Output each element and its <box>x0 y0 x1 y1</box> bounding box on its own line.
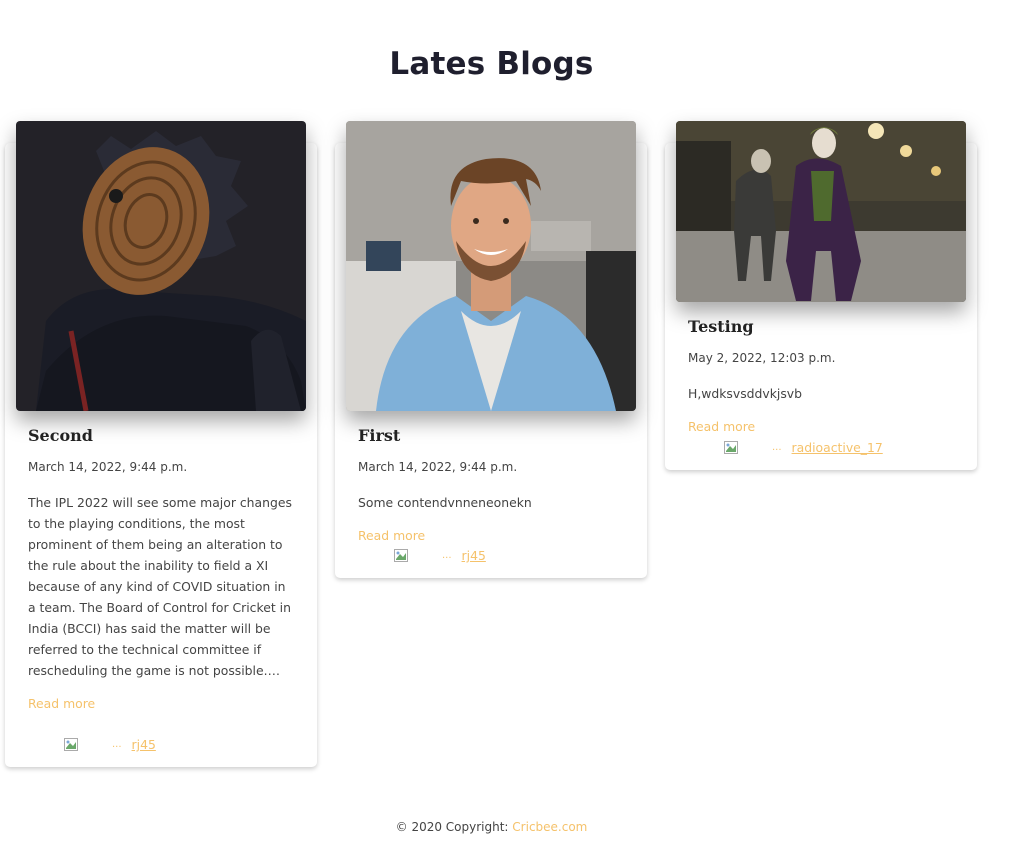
blog-card-image[interactable] <box>676 121 966 302</box>
author-ellipsis: ... <box>772 442 782 453</box>
author-info: ... rj45 <box>394 548 486 563</box>
author-info: ... radioactive_17 <box>724 440 883 455</box>
blog-card-excerpt: H,wdksvsddvkjsvb <box>688 386 803 401</box>
blog-card-date: March 14, 2022, 9:44 p.m. <box>358 460 518 474</box>
blog-card-date: March 14, 2022, 9:44 p.m. <box>28 460 188 474</box>
author-link[interactable]: rj45 <box>462 548 486 563</box>
blog-card: Second March 14, 2022, 9:44 p.m. The IPL… <box>5 121 317 767</box>
read-more-link[interactable]: Read more <box>358 528 425 544</box>
blog-card-image[interactable] <box>16 121 306 411</box>
read-more-link[interactable]: Read more <box>28 696 95 712</box>
footer-site-link[interactable]: Cricbee.com <box>512 820 587 834</box>
smiling-man-image <box>346 121 636 411</box>
broken-image-icon <box>64 738 78 751</box>
read-more-link[interactable]: Read more <box>688 419 755 435</box>
page-title: Lates Blogs <box>389 46 594 82</box>
blog-card-title: Testing <box>688 317 754 336</box>
blog-card: First March 14, 2022, 9:44 p.m. Some con… <box>335 121 647 578</box>
blog-card-title: Second <box>28 426 93 445</box>
author-link[interactable]: rj45 <box>132 737 156 752</box>
broken-image-icon <box>724 441 738 454</box>
author-ellipsis: ... <box>442 550 452 561</box>
blog-card-image[interactable] <box>346 121 636 411</box>
blog-card-excerpt: The IPL 2022 will see some major changes… <box>28 495 292 678</box>
masked-character-image <box>16 121 306 411</box>
author-ellipsis: ... <box>112 739 122 750</box>
blog-card: Testing May 2, 2022, 12:03 p.m. H,wdksvs… <box>665 121 977 470</box>
footer-copyright: © 2020 Copyright: <box>395 820 513 834</box>
blog-card-excerpt: Some contendvnneneonekn <box>358 495 532 510</box>
blog-card-date: May 2, 2022, 12:03 p.m. <box>688 351 836 365</box>
footer: © 2020 Copyright: Cricbee.com <box>0 820 983 834</box>
broken-image-icon <box>394 549 408 562</box>
blog-card-title: First <box>358 426 401 445</box>
author-info: ... rj45 <box>64 737 156 752</box>
author-link[interactable]: radioactive_17 <box>792 440 883 455</box>
joker-street-image <box>676 121 966 302</box>
